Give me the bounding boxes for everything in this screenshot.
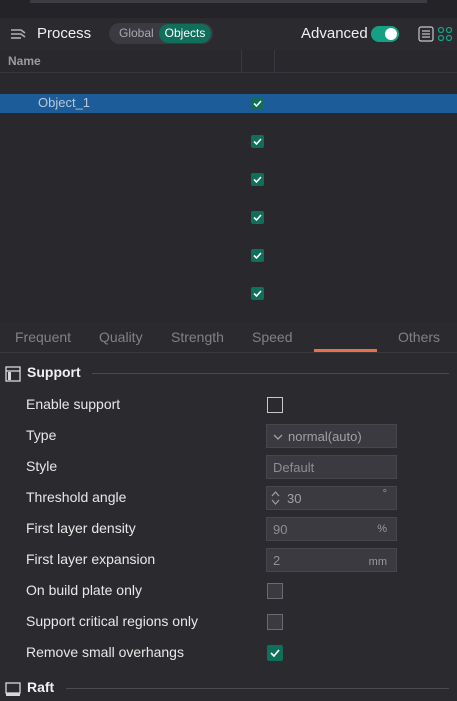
threshold-angle-unit: ° xyxy=(382,488,387,500)
first-layer-expansion-row: First layer expansion 2 mm xyxy=(0,545,457,576)
list-view-icon[interactable] xyxy=(418,26,434,42)
tab-frequent[interactable]: Frequent xyxy=(15,329,71,345)
object-check-icon[interactable] xyxy=(251,135,264,148)
section-divider xyxy=(92,373,449,374)
style-label: Style xyxy=(26,458,58,474)
support-icon xyxy=(5,366,21,382)
on-build-plate-only-checkbox[interactable] xyxy=(267,583,283,599)
object-list: Name Object_1 xyxy=(0,50,457,322)
style-dropdown[interactable]: Default xyxy=(266,455,397,479)
support-critical-regions-checkbox[interactable] xyxy=(267,614,283,630)
enable-support-label: Enable support xyxy=(26,396,121,412)
process-title: Process xyxy=(37,25,92,42)
threshold-angle-value: 30 xyxy=(287,491,302,506)
object-check-icon[interactable] xyxy=(251,287,264,300)
section-divider xyxy=(66,688,449,689)
raft-icon xyxy=(5,682,21,696)
support-section-title: Support xyxy=(27,364,81,380)
chevron-down-icon xyxy=(273,434,283,440)
first-layer-expansion-label: First layer expansion xyxy=(26,551,156,567)
first-layer-density-value: 90 xyxy=(273,522,288,537)
type-label: Type xyxy=(26,427,57,443)
type-dropdown[interactable]: normal(auto) xyxy=(266,424,397,448)
object-row[interactable] xyxy=(0,284,457,303)
first-layer-density-input[interactable]: 90 % xyxy=(266,517,397,541)
type-row: Type normal(auto) xyxy=(0,421,457,452)
enable-support-checkbox[interactable] xyxy=(267,397,283,413)
object-check-icon[interactable] xyxy=(251,173,264,186)
raft-section-title: Raft xyxy=(27,679,55,695)
first-layer-density-row: First layer density 90 % xyxy=(0,514,457,545)
object-row[interactable] xyxy=(0,132,457,151)
top-divider xyxy=(30,0,427,3)
object-row[interactable] xyxy=(0,246,457,265)
check-icon xyxy=(270,649,280,658)
advanced-label: Advanced xyxy=(301,25,368,42)
active-tab-indicator xyxy=(314,349,377,352)
object-check-icon[interactable] xyxy=(251,211,264,224)
spinner-arrows-icon[interactable] xyxy=(271,490,280,506)
remove-small-overhangs-label: Remove small overhangs xyxy=(26,644,184,660)
raft-section-header: Raft xyxy=(0,676,457,700)
type-value: normal(auto) xyxy=(288,429,362,444)
on-build-plate-only-row: On build plate only xyxy=(0,576,457,607)
support-critical-regions-row: Support critical regions only xyxy=(0,607,457,638)
threshold-angle-row: Threshold angle 30 ° xyxy=(0,483,457,514)
first-layer-expansion-value: 2 xyxy=(273,553,281,568)
style-value: Default xyxy=(273,460,315,475)
object-list-header: Name xyxy=(0,50,457,73)
column-divider xyxy=(274,50,275,72)
compare-icon[interactable] xyxy=(437,26,453,42)
threshold-angle-label: Threshold angle xyxy=(26,489,127,505)
tab-speed[interactable]: Speed xyxy=(252,329,292,345)
first-layer-density-label: First layer density xyxy=(26,520,136,536)
object-row[interactable] xyxy=(0,208,457,227)
toggle-knob xyxy=(385,28,397,40)
scope-switch[interactable]: Global Objects xyxy=(109,23,213,44)
object-name: Object_1 xyxy=(38,95,91,110)
enable-support-row: Enable support xyxy=(0,390,457,421)
advanced-toggle[interactable] xyxy=(371,26,399,42)
threshold-angle-spinner[interactable]: 30 ° xyxy=(266,486,397,510)
object-row[interactable]: Object_1 xyxy=(0,94,457,113)
first-layer-density-unit: % xyxy=(377,523,387,535)
column-divider xyxy=(241,50,242,72)
support-section-header: Support xyxy=(0,361,457,385)
top-strip xyxy=(0,0,457,18)
tab-others[interactable]: Others xyxy=(398,329,440,345)
support-critical-regions-label: Support critical regions only xyxy=(26,613,198,629)
scope-global-button[interactable]: Global xyxy=(119,26,154,40)
settings-tabs: Frequent Quality Strength Speed Others xyxy=(0,322,457,353)
first-layer-expansion-input[interactable]: 2 mm xyxy=(266,548,397,572)
scope-objects-button[interactable]: Objects xyxy=(159,24,211,43)
name-column-header[interactable]: Name xyxy=(8,54,41,68)
remove-small-overhangs-checkbox[interactable] xyxy=(267,645,283,661)
style-row: Style Default xyxy=(0,452,457,483)
tab-quality[interactable]: Quality xyxy=(99,329,143,345)
object-row[interactable] xyxy=(0,170,457,189)
on-build-plate-only-label: On build plate only xyxy=(26,582,142,598)
object-check-icon[interactable] xyxy=(251,249,264,262)
process-icon xyxy=(11,29,26,39)
object-check-icon[interactable] xyxy=(251,97,264,110)
process-header: Process Global Objects Advanced xyxy=(0,18,457,50)
remove-small-overhangs-row: Remove small overhangs xyxy=(0,638,457,669)
first-layer-expansion-unit: mm xyxy=(368,556,387,568)
tab-strength[interactable]: Strength xyxy=(171,329,224,345)
